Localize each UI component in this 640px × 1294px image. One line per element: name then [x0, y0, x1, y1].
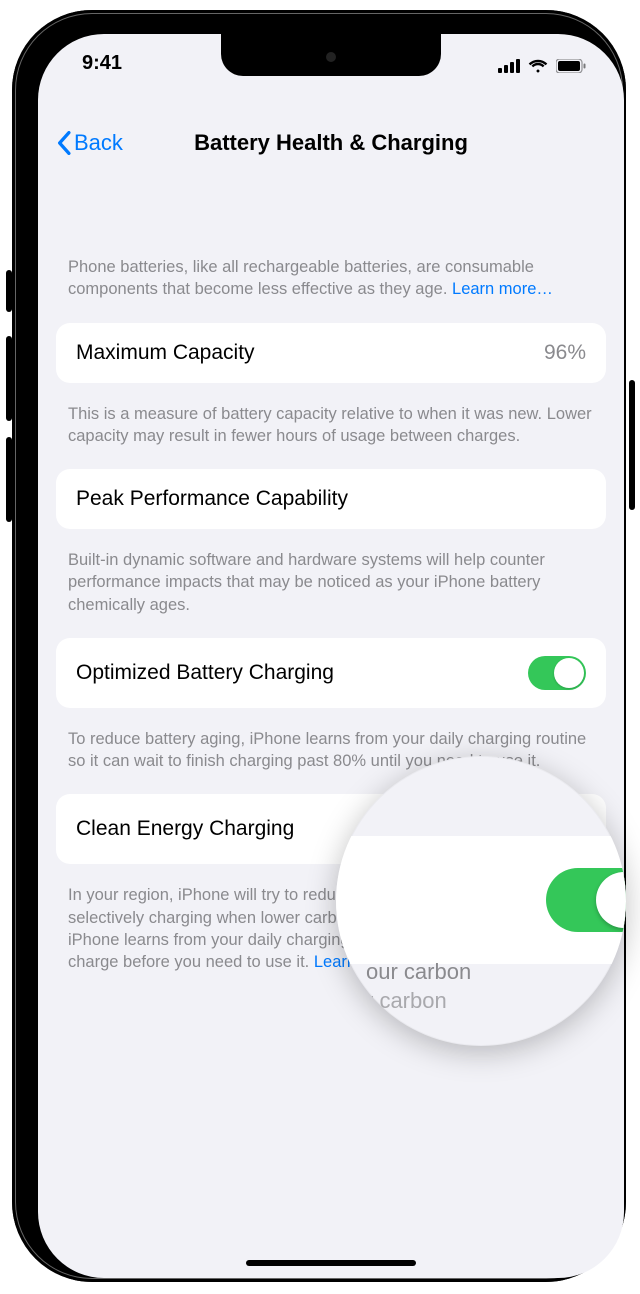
clean-energy-label: Clean Energy Charging	[76, 817, 294, 841]
status-time: 9:41	[82, 52, 122, 75]
magnifier-text: our carbon r carbon	[366, 958, 471, 1015]
wifi-icon	[528, 56, 548, 70]
screen: 9:41 Back Battery Health & Charging	[38, 34, 624, 1278]
magnifier-toggle	[546, 868, 626, 932]
cellular-signal-icon	[498, 56, 520, 70]
content: Phone batteries, like all rechargeable b…	[38, 178, 624, 1278]
intro-description: Phone batteries, like all rechargeable b…	[38, 178, 624, 309]
magnifier-callout: our carbon r carbon	[336, 756, 626, 1046]
back-button[interactable]: Back	[50, 126, 129, 160]
home-indicator[interactable]	[246, 1260, 416, 1266]
battery-icon	[556, 56, 586, 70]
magnifier-cell	[336, 836, 626, 964]
optimized-charging-cell: Optimized Battery Charging	[56, 638, 606, 708]
intro-learn-more-link[interactable]: Learn more…	[452, 280, 553, 298]
max-capacity-cell[interactable]: Maximum Capacity 96%	[56, 323, 606, 383]
chevron-left-icon	[56, 131, 72, 155]
peak-performance-cell[interactable]: Peak Performance Capability	[56, 469, 606, 529]
max-capacity-label: Maximum Capacity	[76, 341, 255, 365]
max-capacity-description: This is a measure of battery capacity re…	[38, 389, 624, 456]
peak-performance-label: Peak Performance Capability	[76, 487, 348, 511]
optimized-charging-toggle[interactable]	[528, 656, 586, 690]
optimized-charging-label: Optimized Battery Charging	[76, 661, 334, 685]
nav-bar: Back Battery Health & Charging	[38, 126, 624, 174]
status-bar: 9:41	[38, 34, 624, 92]
status-icons	[498, 56, 586, 70]
power-button	[629, 380, 635, 510]
peak-performance-description: Built-in dynamic software and hardware s…	[38, 535, 624, 624]
back-label: Back	[74, 130, 123, 156]
max-capacity-value: 96%	[544, 341, 586, 365]
phone-frame: 9:41 Back Battery Health & Charging	[12, 10, 626, 1282]
